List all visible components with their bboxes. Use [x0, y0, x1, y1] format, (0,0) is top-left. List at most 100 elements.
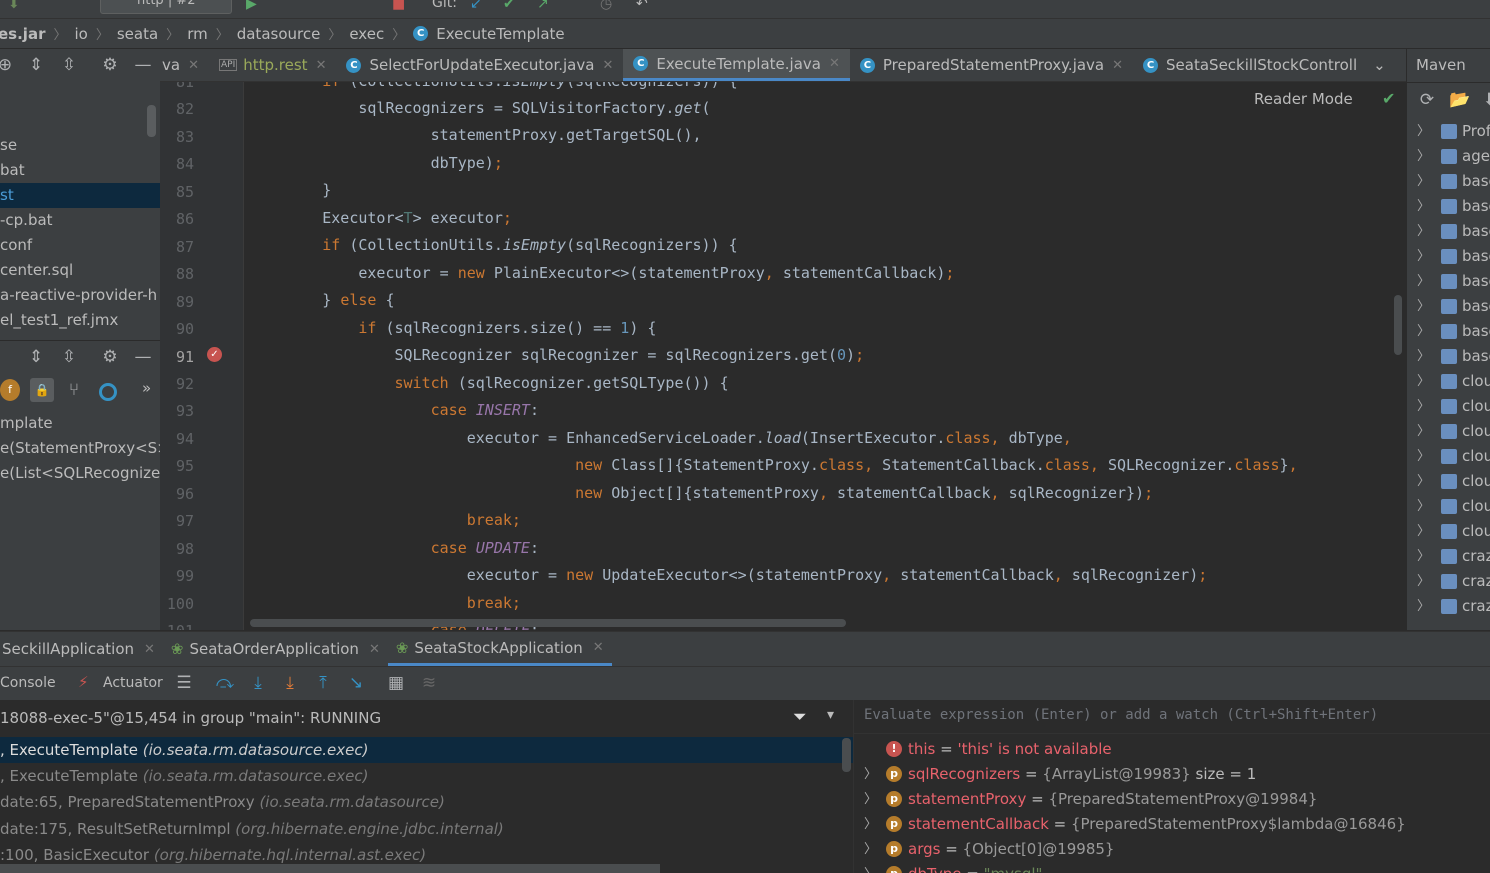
line-number[interactable]: 85	[160, 183, 194, 201]
git-update-icon[interactable]: ↙	[470, 0, 482, 12]
run-icon[interactable]: ▶	[246, 0, 257, 12]
file-item-selected[interactable]: st	[0, 183, 160, 208]
chevron-right-icon[interactable]: 〉	[864, 837, 877, 862]
file-item[interactable]: center.sql	[0, 258, 160, 283]
stack-frame[interactable]: date:175, ResultSetReturnImpl (org.hiber…	[0, 816, 853, 842]
chevron-right-icon[interactable]: 〉	[1417, 444, 1430, 469]
variable-row[interactable]: 〉pdbType = "mysql"	[854, 862, 1490, 873]
expand-all-icon[interactable]: ⇕	[25, 346, 47, 368]
tab-http-rest[interactable]: API http.rest ✕	[209, 49, 336, 81]
line-number[interactable]: 93	[160, 402, 194, 420]
more-options-button[interactable]: ⋮	[1392, 49, 1406, 81]
file-item[interactable]: bat	[0, 158, 160, 183]
close-icon[interactable]: ✕	[593, 640, 604, 655]
line-number[interactable]: 81	[160, 82, 194, 91]
add-project-icon[interactable]: 📂	[1449, 89, 1471, 111]
breadcrumb-jar[interactable]: es.jar	[0, 25, 45, 43]
breadcrumb-datasource[interactable]: datasource	[237, 25, 321, 43]
chevron-right-icon[interactable]: 〉	[1417, 269, 1430, 294]
line-number[interactable]: 101	[160, 622, 194, 630]
breadcrumb-class[interactable]: ExecuteTemplate	[436, 25, 564, 43]
line-number[interactable]: 88	[160, 265, 194, 283]
file-item[interactable]: a-reactive-provider-h	[0, 283, 160, 308]
file-item[interactable]: conf	[0, 233, 160, 258]
history-icon[interactable]: ◷	[600, 0, 612, 12]
step-out-icon[interactable]: ⤒	[312, 672, 334, 694]
chevron-right-icon[interactable]: 〉	[1417, 244, 1430, 269]
thread-selector[interactable]: 18088-exec-5"@15,454 in group "main": RU…	[0, 700, 853, 736]
chevron-right-icon[interactable]: 〉	[1417, 369, 1430, 394]
line-number[interactable]: 82	[160, 100, 194, 118]
tab-seckill-stock-controller[interactable]: C SeataSeckillStockControll	[1133, 49, 1367, 81]
hierarchy-icon[interactable]: ⑂	[63, 379, 85, 401]
chevron-right-icon[interactable]: 〉	[864, 762, 877, 787]
maven-project-item[interactable]: 〉 clou	[1407, 444, 1490, 469]
maven-project-item[interactable]: 〉 craz	[1407, 594, 1490, 619]
chevron-right-icon[interactable]: 〉	[1417, 569, 1430, 594]
file-item[interactable]: el_test1_ref.jmx	[0, 308, 160, 333]
build-icon[interactable]: ⬇	[8, 0, 26, 12]
maven-project-item[interactable]: 〉 ager	[1407, 144, 1490, 169]
line-number[interactable]: 100	[160, 595, 194, 613]
line-number[interactable]: 86	[160, 210, 194, 228]
line-number[interactable]: 96	[160, 485, 194, 503]
structure-item[interactable]: e(List<SQLRecognizer	[0, 461, 160, 486]
tab-execute-template[interactable]: C ExecuteTemplate.java ✕	[623, 49, 850, 81]
expand-all-icon[interactable]: ⇕	[25, 54, 47, 76]
tab-java[interactable]: va ✕	[160, 49, 209, 81]
close-icon[interactable]: ✕	[829, 56, 840, 71]
git-push-icon[interactable]: ↗	[537, 0, 549, 12]
close-icon[interactable]: ✕	[602, 58, 613, 73]
chevron-right-icon[interactable]: 〉	[1417, 119, 1430, 144]
maven-project-item[interactable]: 〉 base	[1407, 269, 1490, 294]
file-item[interactable]: se	[0, 133, 160, 158]
collapse-all-icon[interactable]: ⇳	[58, 346, 80, 368]
run-config-selector[interactable]: http | #2	[100, 0, 232, 14]
breakpoint-icon[interactable]: ✓	[207, 347, 222, 362]
line-number[interactable]: 95	[160, 457, 194, 475]
circle-icon[interactable]	[99, 383, 117, 401]
line-number[interactable]: 94	[160, 430, 194, 448]
variable-row[interactable]: 〉 p statementProxy = {PreparedStatementPro…	[854, 787, 1490, 812]
menu-icon[interactable]: ☰	[173, 672, 195, 694]
chevron-right-icon[interactable]: 〉	[1417, 419, 1430, 444]
chevron-down-icon[interactable]: ▾	[827, 707, 834, 723]
hide-icon[interactable]: —	[132, 346, 154, 368]
chevron-right-icon[interactable]: 〉	[864, 812, 877, 837]
close-icon[interactable]: ✕	[369, 642, 380, 657]
code-editor[interactable]: if (CollectionUtils.isEmpty(sqlRecognize…	[244, 82, 1406, 630]
maven-project-item[interactable]: 〉 clou	[1407, 369, 1490, 394]
tab-prepared-statement-proxy[interactable]: C PreparedStatementProxy.java ✕	[850, 49, 1133, 81]
maven-project-item[interactable]: 〉 base	[1407, 294, 1490, 319]
maven-project-item[interactable]: 〉 Prof	[1407, 119, 1490, 144]
maven-project-item[interactable]: 〉 base	[1407, 244, 1490, 269]
frames-scrollbar[interactable]	[842, 738, 851, 772]
close-icon[interactable]: ✕	[188, 58, 199, 73]
close-icon[interactable]: ✕	[144, 642, 155, 657]
line-number[interactable]: 90	[160, 320, 194, 338]
frames-hscrollbar[interactable]	[0, 864, 660, 873]
stack-frame[interactable]: date:65, PreparedStatementProxy (io.seat…	[0, 789, 853, 815]
horizontal-scrollbar[interactable]	[250, 619, 846, 627]
chevron-right-icon[interactable]: 〉	[1417, 294, 1430, 319]
tab-overflow-dropdown[interactable]: ⌄	[1367, 49, 1392, 81]
line-number[interactable]: 97	[160, 512, 194, 530]
stack-frame[interactable]: , ExecuteTemplate (io.seata.rm.datasourc…	[0, 737, 853, 763]
breadcrumb-io[interactable]: io	[74, 25, 87, 43]
maven-project-item[interactable]: 〉 clou	[1407, 494, 1490, 519]
run-to-cursor-icon[interactable]: ↘	[345, 672, 367, 694]
maven-project-item[interactable]: 〉 base	[1407, 219, 1490, 244]
chevron-right-icon[interactable]: 〉	[1417, 494, 1430, 519]
chevron-right-icon[interactable]: 〉	[1417, 219, 1430, 244]
structure-item[interactable]: mplate	[0, 411, 160, 436]
evaluate-input[interactable]: Evaluate expression (Enter) or add a wat…	[854, 700, 1490, 734]
collapse-all-icon[interactable]: ⇳	[58, 54, 80, 76]
maven-project-item[interactable]: 〉 base	[1407, 344, 1490, 369]
lock-filter-icon[interactable]: 🔒	[30, 378, 54, 402]
breadcrumb-rm[interactable]: rm	[187, 25, 208, 43]
chevron-right-icon[interactable]: 〉	[1417, 519, 1430, 544]
vertical-scrollbar[interactable]	[1394, 295, 1402, 355]
stack-frame[interactable]: , ExecuteTemplate (io.seata.rm.datasourc…	[0, 763, 853, 789]
tab-select-for-update-executor[interactable]: C SelectForUpdateExecutor.java ✕	[336, 49, 623, 81]
line-number[interactable]: 98	[160, 540, 194, 558]
